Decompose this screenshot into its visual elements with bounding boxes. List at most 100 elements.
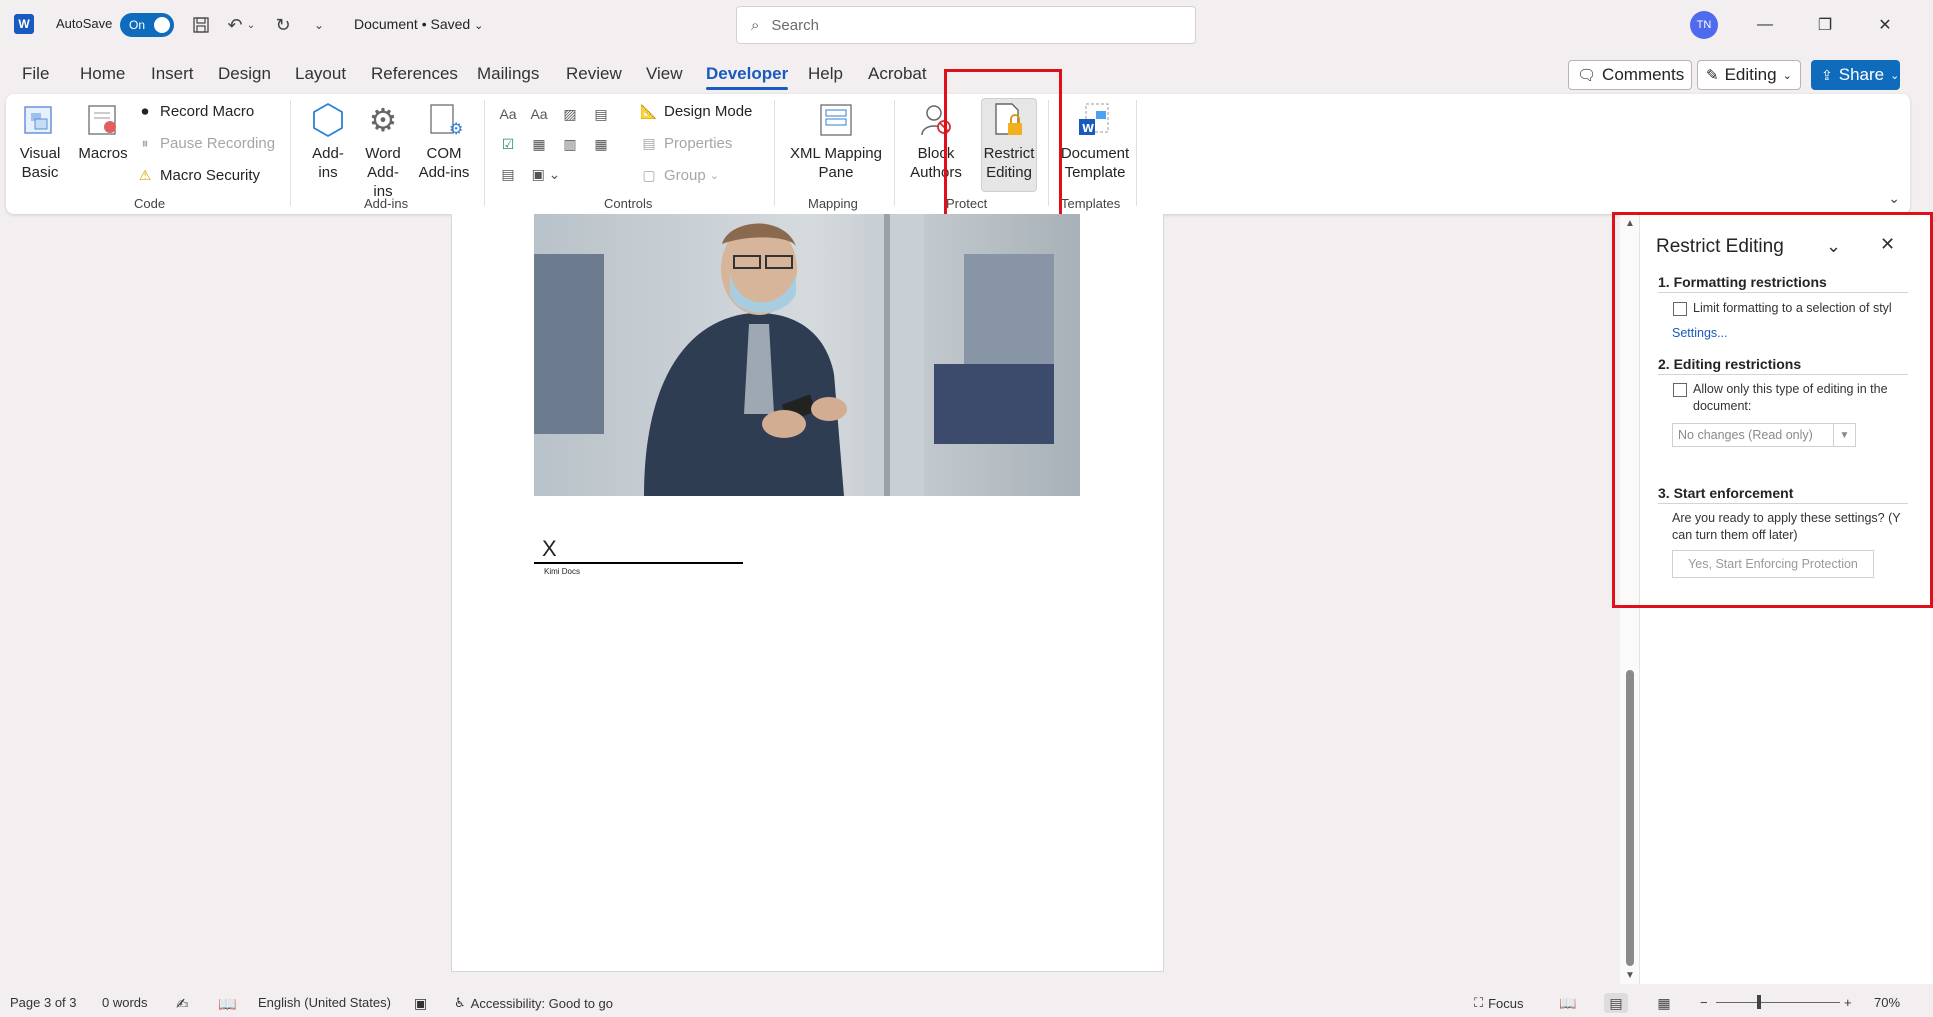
tab-references[interactable]: References xyxy=(371,64,458,84)
search-input[interactable]: ⌕ Search xyxy=(736,6,1196,44)
save-icon[interactable] xyxy=(188,12,214,38)
properties-icon: ▤ xyxy=(642,134,656,151)
tab-review[interactable]: Review xyxy=(566,64,622,84)
group-separator xyxy=(774,100,775,206)
group-separator xyxy=(484,100,485,206)
design-mode-button[interactable]: 📐 Design Mode xyxy=(640,102,752,120)
title-bar: W AutoSave On ↶ ⌄ ↻ ⌄ Document • Saved ⌄… xyxy=(0,0,1933,50)
word-logo-icon: W xyxy=(14,14,34,34)
visual-basic-button[interactable]: Visual Basic xyxy=(18,100,62,182)
record-macro-button[interactable]: ⏺ Record Macro xyxy=(136,102,255,120)
zoom-slider-thumb[interactable] xyxy=(1757,995,1761,1009)
redo-icon[interactable]: ↻ xyxy=(270,12,296,38)
date-picker-control-icon[interactable]: ▦ xyxy=(591,134,611,154)
status-bar: Page 3 of 3 0 words ✍ 📖 English (United … xyxy=(0,988,1933,1017)
zoom-out-icon[interactable]: − xyxy=(1700,995,1708,1010)
tab-home[interactable]: Home xyxy=(80,64,125,84)
document-title[interactable]: Document • Saved ⌄ xyxy=(354,16,483,32)
picture-control-icon[interactable]: ▨ xyxy=(560,104,580,124)
gear-icon: ⚙ xyxy=(368,101,398,138)
tab-help[interactable]: Help xyxy=(808,64,843,84)
tab-insert[interactable]: Insert xyxy=(151,64,194,84)
rich-text-control-icon[interactable]: Aa xyxy=(498,104,518,124)
group-label-templates: Templates xyxy=(1061,196,1121,211)
avatar[interactable]: TN xyxy=(1690,11,1718,39)
macro-record-status-icon[interactable]: ▣ xyxy=(414,995,427,1012)
editing-mode-button[interactable]: ✎ Editing ⌄ xyxy=(1697,60,1801,90)
focus-icon: ⛶ xyxy=(1474,995,1484,1010)
macro-security-button[interactable]: ⚠ Macro Security xyxy=(136,166,260,184)
tab-developer[interactable]: Developer xyxy=(706,64,789,90)
tab-acrobat[interactable]: Acrobat xyxy=(868,64,927,84)
zoom-in-icon[interactable]: + xyxy=(1844,995,1852,1010)
web-layout-icon[interactable]: ▦ xyxy=(1652,993,1676,1013)
zoom-slider[interactable] xyxy=(1716,1002,1840,1003)
properties-button[interactable]: ▤ Properties xyxy=(640,134,732,152)
chevron-down-icon: ⌄ xyxy=(1890,69,1900,82)
visual-basic-icon xyxy=(20,100,60,140)
read-mode-icon[interactable]: 📖 xyxy=(1556,993,1580,1013)
close-icon[interactable]: ✕ xyxy=(1862,12,1908,38)
legacy-tools-icon[interactable]: ▣ ⌄ xyxy=(529,164,563,184)
design-mode-icon: 📐 xyxy=(640,102,658,119)
zoom-level[interactable]: 70% xyxy=(1874,995,1900,1010)
add-ins-button[interactable]: Add-ins xyxy=(306,100,350,182)
pause-recording-button[interactable]: ⏸ Pause Recording xyxy=(136,134,276,152)
chevron-down-icon: ⌄ xyxy=(1782,69,1792,82)
checkbox-control-icon[interactable]: ☑ xyxy=(498,134,518,154)
signature-line xyxy=(534,562,743,564)
document-photo[interactable] xyxy=(534,214,1080,496)
dropdown-control-icon[interactable]: ▥ xyxy=(560,134,580,154)
share-button[interactable]: ⇪ Share ⌄ xyxy=(1811,60,1900,90)
plain-text-control-icon[interactable]: Aa xyxy=(529,104,549,124)
chevron-down-icon: ⌄ xyxy=(474,20,484,32)
repeating-section-control-icon[interactable]: ▤ xyxy=(498,164,518,184)
group-icon: ▢ xyxy=(642,166,656,183)
tab-design[interactable]: Design xyxy=(218,64,271,84)
tab-view[interactable]: View xyxy=(646,64,683,84)
record-macro-icon: ⏺ xyxy=(141,102,149,119)
focus-button[interactable]: ⛶ Focus xyxy=(1474,995,1524,1011)
language[interactable]: English (United States) xyxy=(258,995,391,1010)
minimize-icon[interactable]: — xyxy=(1742,12,1788,38)
pencil-icon: ✎ xyxy=(1706,67,1719,84)
scroll-thumb[interactable] xyxy=(1626,670,1634,966)
building-block-control-icon[interactable]: ▤ xyxy=(591,104,611,124)
text-predictions-icon[interactable]: 📖 xyxy=(218,995,237,1013)
svg-text:W: W xyxy=(1082,122,1094,135)
group-separator xyxy=(290,100,291,206)
restore-icon[interactable]: ❐ xyxy=(1802,12,1848,38)
group-label-mapping: Mapping xyxy=(808,196,858,211)
add-ins-icon xyxy=(308,100,348,140)
autosave-toggle[interactable]: On xyxy=(120,13,174,37)
combo-box-control-icon[interactable]: ▦ xyxy=(529,134,549,154)
comments-button[interactable]: 🗨 Comments xyxy=(1568,60,1692,90)
accessibility-status[interactable]: ♿ Accessibility: Good to go xyxy=(454,995,613,1011)
proofing-icon[interactable]: ✍ xyxy=(176,995,189,1013)
undo-dropdown-icon[interactable]: ⌄ xyxy=(244,12,258,38)
group-button[interactable]: ▢ Group ⌄ xyxy=(640,166,719,184)
macros-icon xyxy=(83,100,123,140)
group-label-code: Code xyxy=(134,196,166,211)
word-count[interactable]: 0 words xyxy=(102,995,148,1010)
highlight-restrict-editing xyxy=(944,69,1062,221)
word-add-ins-button[interactable]: ⚙ Word Add-ins xyxy=(358,100,408,201)
xml-mapping-pane-button[interactable]: XML Mapping Pane xyxy=(786,100,886,182)
chevron-down-icon: ⌄ xyxy=(709,169,719,182)
tab-file[interactable]: File xyxy=(22,64,49,84)
com-add-ins-button[interactable]: ⚙ COM Add-ins xyxy=(416,100,472,182)
tab-mailings[interactable]: Mailings xyxy=(477,64,539,84)
collapse-ribbon-icon[interactable]: ⌄ xyxy=(1888,190,1900,207)
scroll-down-icon[interactable]: ▼ xyxy=(1625,970,1635,981)
search-placeholder: Search xyxy=(771,16,819,34)
toggle-knob xyxy=(154,17,170,33)
macros-button[interactable]: Macros xyxy=(76,100,130,163)
signature-x: X xyxy=(542,536,557,561)
document-template-button[interactable]: W Document Template xyxy=(1058,100,1132,182)
print-layout-icon[interactable]: ▤ xyxy=(1604,993,1628,1013)
tab-layout[interactable]: Layout xyxy=(295,64,346,84)
page-count[interactable]: Page 3 of 3 xyxy=(10,995,77,1010)
customize-toolbar-icon[interactable]: ⌄ xyxy=(306,12,332,38)
autosave-label: AutoSave xyxy=(56,16,113,31)
group-separator xyxy=(1136,100,1137,206)
